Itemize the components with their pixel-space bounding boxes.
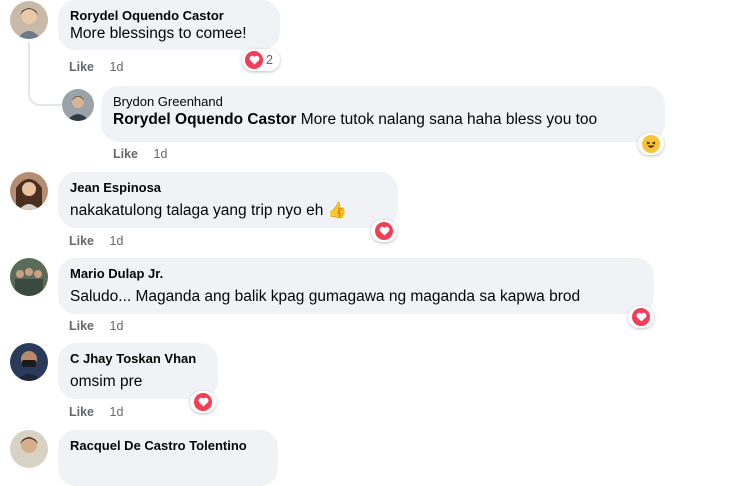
comment-bubble: Jean Espinosa nakakatulong talaga yang t… <box>58 172 398 228</box>
avatar[interactable] <box>62 89 94 121</box>
reaction-badge[interactable] <box>638 133 664 155</box>
timestamp[interactable]: 1d <box>154 147 168 161</box>
comment-text: omsim pre <box>70 373 143 390</box>
avatar[interactable] <box>10 172 48 210</box>
reaction-count-badge[interactable]: 2 <box>242 49 280 71</box>
reaction-badge[interactable] <box>628 306 654 328</box>
love-reaction-icon <box>375 222 393 240</box>
comment-author[interactable]: Rorydel Oquendo Castor <box>70 7 268 24</box>
comment-actions: Like 1d <box>113 147 167 161</box>
comment-text: Rorydel Oquendo Castor More tutok nalang… <box>113 110 653 130</box>
reply-text: More tutok nalang sana haha bless you to… <box>296 111 598 128</box>
timestamp[interactable]: 1d <box>110 60 124 74</box>
like-button[interactable]: Like <box>69 319 94 333</box>
love-reaction-icon <box>194 393 212 411</box>
avatar[interactable] <box>10 343 48 381</box>
comment-bubble: C Jhay Toskan Vhan omsim pre <box>58 343 218 399</box>
comment-author[interactable]: Racquel De Castro Tolentino <box>70 437 266 454</box>
like-button[interactable]: Like <box>113 147 138 161</box>
timestamp[interactable]: 1d <box>110 405 124 419</box>
comment-text: Saludo... Maganda ang balik kpag gumagaw… <box>70 288 581 305</box>
reaction-badge[interactable] <box>190 391 216 413</box>
comment-bubble: Racquel De Castro Tolentino <box>58 430 278 486</box>
love-reaction-icon <box>632 308 650 326</box>
comment-text: More blessings to comee! <box>70 25 247 42</box>
comment-bubble: Mario Dulap Jr. Saludo... Maganda ang ba… <box>58 258 654 314</box>
comment-author[interactable]: Mario Dulap Jr. <box>70 265 642 282</box>
comment-text: nakakatulong talaga yang trip nyo eh 👍 <box>70 202 347 219</box>
like-button[interactable]: Like <box>69 60 94 74</box>
avatar[interactable] <box>10 1 48 39</box>
comment-author[interactable]: Brydon Greenhand <box>113 93 653 110</box>
like-button[interactable]: Like <box>69 234 94 248</box>
love-reaction-icon <box>245 51 263 69</box>
timestamp[interactable]: 1d <box>110 234 124 248</box>
comment-actions: Like 1d <box>69 234 123 248</box>
comment-bubble: Brydon Greenhand Rorydel Oquendo Castor … <box>101 86 665 142</box>
comment-actions: Like 1d <box>69 60 123 74</box>
avatar[interactable] <box>10 258 48 296</box>
comment-actions: Like 1d <box>69 405 123 419</box>
comment-actions: Like 1d <box>69 319 123 333</box>
thread-connector <box>28 80 62 106</box>
mention-link[interactable]: Rorydel Oquendo Castor <box>113 111 296 128</box>
timestamp[interactable]: 1d <box>110 319 124 333</box>
reaction-badge[interactable] <box>371 220 397 242</box>
like-button[interactable]: Like <box>69 405 94 419</box>
comment-author[interactable]: C Jhay Toskan Vhan <box>70 350 206 367</box>
haha-reaction-icon <box>642 135 660 153</box>
comment-author[interactable]: Jean Espinosa <box>70 179 386 196</box>
comment-bubble: Rorydel Oquendo Castor More blessings to… <box>58 0 280 50</box>
reaction-count: 2 <box>266 53 273 67</box>
avatar[interactable] <box>10 430 48 468</box>
